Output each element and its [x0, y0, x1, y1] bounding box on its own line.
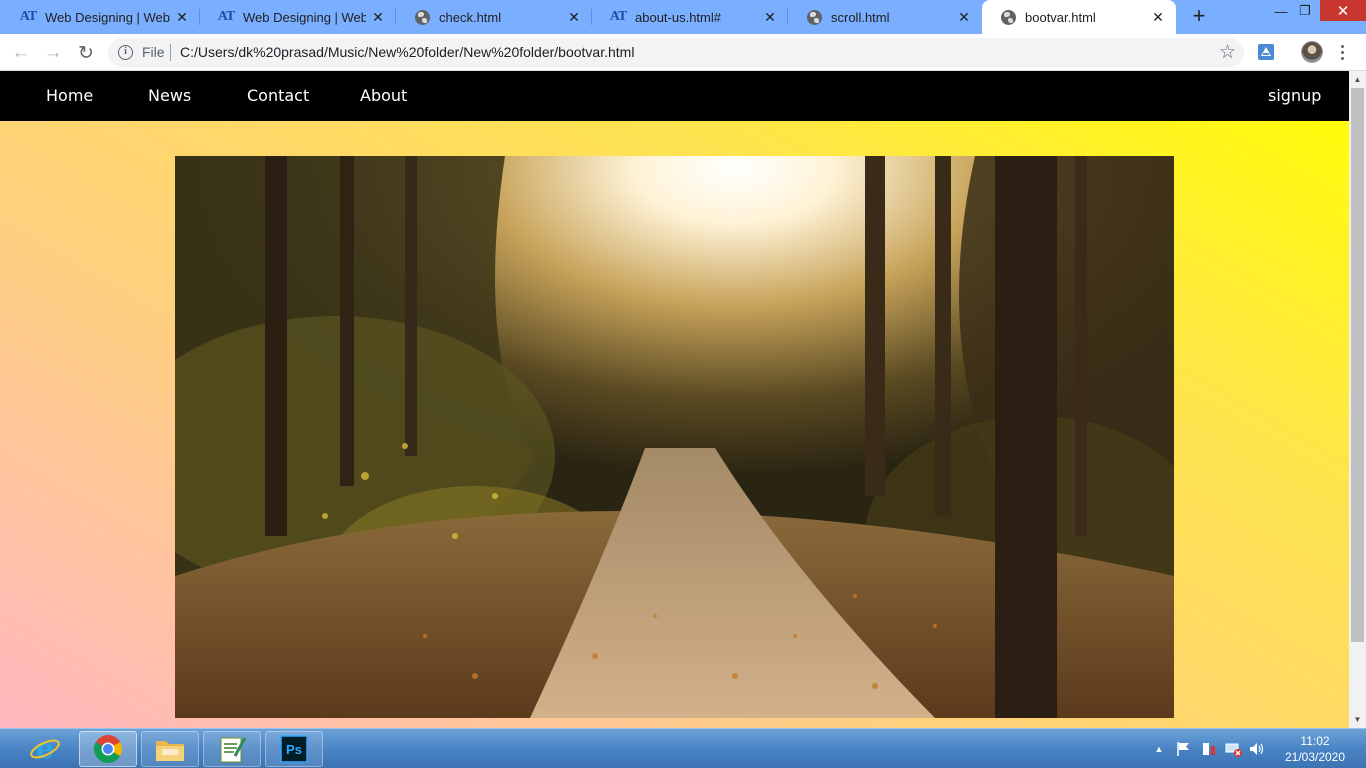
- minimize-button[interactable]: —: [1268, 0, 1294, 22]
- info-icon[interactable]: i: [118, 45, 133, 60]
- address-bar[interactable]: i File C:/Users/dk%20prasad/Music/New%20…: [108, 38, 1244, 67]
- action-center-flag-icon[interactable]: [1174, 729, 1194, 768]
- minimize-icon: —: [1274, 3, 1288, 19]
- tab-title: check.html: [439, 9, 502, 25]
- nav-news-link[interactable]: News: [148, 71, 191, 121]
- chrome-button[interactable]: [79, 731, 137, 767]
- tab-title: Web Designing | Website: [45, 9, 170, 25]
- internet-explorer-icon: e: [30, 733, 60, 765]
- scroll-up-icon[interactable]: ▲: [1349, 71, 1366, 88]
- dot-icon: [1340, 44, 1344, 48]
- divider: [170, 44, 171, 61]
- power-status-icon[interactable]: [1198, 729, 1220, 768]
- profile-avatar[interactable]: [1301, 41, 1323, 63]
- photoshop-button[interactable]: Ps: [265, 731, 323, 767]
- signup-link[interactable]: signup: [1268, 71, 1321, 121]
- at-logo-icon: AT: [217, 9, 235, 24]
- restore-button[interactable]: ❐: [1292, 0, 1318, 22]
- close-icon[interactable]: ✕: [566, 9, 582, 25]
- browser-tab-strip: AT Web Designing | Website ✕ AT Web Desi…: [0, 0, 1366, 34]
- tab-title: bootvar.html: [1025, 9, 1096, 25]
- window-close-button[interactable]: ✕: [1320, 0, 1366, 21]
- browser-toolbar: ← → ↻ i File C:/Users/dk%20prasad/Music/…: [0, 34, 1366, 71]
- arrow-right-icon: →: [43, 42, 63, 63]
- forward-button[interactable]: →: [40, 40, 66, 66]
- back-button[interactable]: ←: [8, 40, 34, 66]
- close-icon[interactable]: ✕: [174, 9, 190, 25]
- svg-text:Ps: Ps: [286, 742, 302, 757]
- tab-title: Web Designing | Website: [243, 9, 366, 25]
- globe-icon: [1000, 9, 1016, 25]
- tab-about-us[interactable]: AT about-us.html# ✕: [592, 0, 788, 34]
- new-tab-button[interactable]: +: [1187, 5, 1211, 29]
- page-scrollbar[interactable]: ▲ ▼: [1349, 71, 1366, 728]
- arrow-left-icon: ←: [11, 42, 31, 63]
- url-text[interactable]: C:/Users/dk%20prasad/Music/New%20folder/…: [180, 44, 634, 60]
- reload-icon: ↻: [78, 42, 94, 64]
- site-navbar: Home News Contact About signup: [0, 71, 1349, 121]
- hero-image: [175, 156, 1174, 718]
- scroll-down-icon[interactable]: ▼: [1349, 711, 1366, 728]
- svg-text:e: e: [36, 733, 54, 765]
- scrollbar-thumb[interactable]: [1351, 88, 1364, 642]
- at-logo-icon: AT: [609, 9, 627, 24]
- show-hidden-icons-button[interactable]: ▲: [1152, 729, 1166, 768]
- tab-web-designing-2[interactable]: AT Web Designing | Website ✕: [200, 0, 396, 34]
- restore-icon: ❐: [1299, 3, 1311, 18]
- file-explorer-button[interactable]: [141, 731, 199, 767]
- volume-icon[interactable]: [1246, 729, 1268, 768]
- dot-icon: [1340, 56, 1344, 60]
- tab-bootvar[interactable]: bootvar.html ✕: [982, 0, 1176, 34]
- notepad-icon: [220, 737, 247, 763]
- tab-scroll[interactable]: scroll.html ✕: [788, 0, 982, 34]
- close-icon[interactable]: ✕: [762, 9, 778, 25]
- close-icon[interactable]: ✕: [370, 9, 386, 25]
- globe-icon: [414, 9, 430, 25]
- photoshop-icon: Ps: [280, 735, 308, 763]
- clock-date: 21/03/2020: [1284, 750, 1346, 764]
- dot-icon: [1340, 50, 1344, 54]
- nav-home-link[interactable]: Home: [46, 71, 93, 121]
- autumn-forest-path-photo: [175, 156, 1174, 718]
- windows-taskbar: e Ps ▲ 11:02 21/03/2020: [0, 728, 1366, 768]
- clock-time: 11:02: [1300, 734, 1330, 748]
- taskbar-clock[interactable]: 11:02 21/03/2020: [1277, 733, 1353, 765]
- scheme-label: File: [142, 44, 165, 60]
- close-icon[interactable]: ✕: [1150, 9, 1166, 25]
- globe-icon: [806, 9, 822, 25]
- notepad-button[interactable]: [203, 731, 261, 767]
- tab-title: scroll.html: [831, 9, 890, 25]
- browser-menu-button[interactable]: [1336, 41, 1348, 63]
- file-explorer-icon: [156, 741, 184, 761]
- bookmark-star-icon[interactable]: ☆: [1219, 41, 1236, 64]
- page-viewport: Home News Contact About signup: [0, 71, 1349, 728]
- nav-about-link[interactable]: About: [360, 71, 407, 121]
- close-icon: ✕: [1336, 2, 1350, 20]
- network-error-icon[interactable]: [1222, 729, 1244, 768]
- chevron-up-icon: ▲: [1154, 744, 1164, 754]
- chrome-icon: [94, 735, 122, 763]
- close-icon[interactable]: ✕: [956, 9, 972, 25]
- tab-check[interactable]: check.html ✕: [396, 0, 592, 34]
- nav-contact-link[interactable]: Contact: [247, 71, 309, 121]
- reload-button[interactable]: ↻: [73, 40, 99, 66]
- extension-icon[interactable]: [1257, 43, 1275, 61]
- at-logo-icon: AT: [19, 9, 37, 24]
- internet-explorer-button[interactable]: e: [16, 731, 74, 767]
- tab-web-designing-1[interactable]: AT Web Designing | Website ✕: [2, 0, 200, 34]
- tab-title: about-us.html#: [635, 9, 721, 25]
